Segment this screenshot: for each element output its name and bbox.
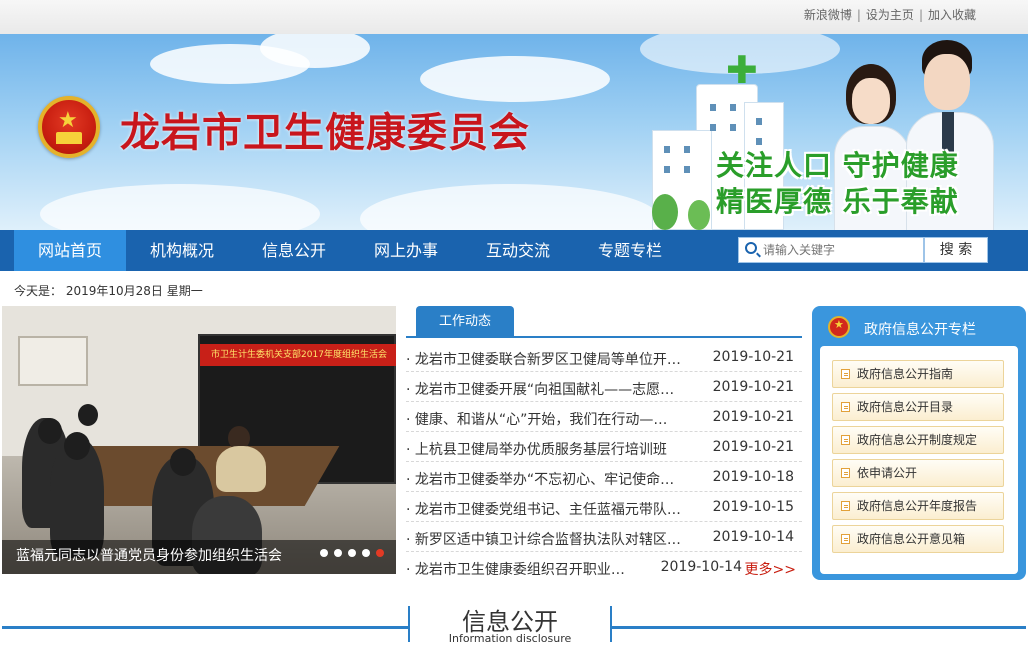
news-date: 2019-10-21	[712, 379, 794, 395]
document-icon	[841, 402, 850, 412]
slide-dot[interactable]	[334, 549, 342, 557]
news-item[interactable]: · 龙岩市卫健委开展“向祖国献礼——志愿… 2019-10-21	[406, 372, 802, 402]
site-title: 龙岩市卫生健康委员会	[120, 109, 530, 156]
slide-pagination	[314, 542, 384, 561]
search-box	[738, 237, 924, 263]
news-date: 2019-10-14	[660, 559, 742, 575]
feedback-box-link[interactable]: 政府信息公开意见箱	[832, 525, 1004, 553]
news-title[interactable]: · 龙岩市卫健委举办“不忘初心、牢记使命…	[406, 469, 674, 489]
national-emblem-icon: ★	[828, 316, 850, 338]
news-date: 2019-10-21	[712, 409, 794, 425]
news-item[interactable]: · 新罗区适中镇卫计综合监督执法队对辖区… 2019-10-14	[406, 522, 802, 552]
news-item[interactable]: · 龙岩市卫健委党组书记、主任蓝福元带队… 2019-10-15	[406, 492, 802, 522]
document-icon	[841, 369, 850, 379]
gov-info-regulations-link[interactable]: 政府信息公开制度规定	[832, 426, 1004, 454]
news-item[interactable]: · 龙岩市卫健委举办“不忘初心、牢记使命… 2019-10-18	[406, 462, 802, 492]
annual-report-link[interactable]: 政府信息公开年度报告	[832, 492, 1004, 520]
document-icon	[841, 501, 850, 511]
document-icon	[841, 534, 850, 544]
nav-item-topics[interactable]: 专题专栏	[574, 230, 686, 271]
news-date: 2019-10-15	[712, 499, 794, 515]
main-nav: 网站首页 机构概况 信息公开 网上办事 互动交流 专题专栏 搜 索	[0, 230, 1028, 271]
nav-item-home[interactable]: 网站首页	[14, 230, 126, 271]
photo-slideshow[interactable]: 市卫生计生委机关支部2017年度组织生活会 蓝福元同志以普通党员身份参加组织生活…	[2, 306, 396, 574]
slogan-line-1: 关注人口 守护健康	[716, 149, 959, 182]
news-title[interactable]: · 龙岩市卫健委党组书记、主任蓝福元带队…	[406, 499, 681, 519]
nav-item-online-services[interactable]: 网上办事	[350, 230, 462, 271]
news-date: 2019-10-18	[712, 469, 794, 485]
separator: |	[856, 8, 861, 22]
slogan-line-2: 精医厚德 乐于奉献	[716, 185, 959, 218]
panel-title: 政府信息公开专栏	[864, 322, 976, 338]
news-item[interactable]: · 龙岩市卫生健康委组织召开职业… 2019-10-14 更多>>	[406, 552, 802, 582]
document-icon	[841, 435, 850, 445]
current-date: 今天是： 2019年10月28日 星期一	[14, 284, 203, 298]
more-news-link[interactable]: 更多>>	[745, 559, 796, 579]
panel-item-label: 政府信息公开年度报告	[857, 499, 978, 513]
medical-cross-icon: ✚	[726, 48, 758, 92]
panel-item-label: 政府信息公开目录	[857, 400, 954, 414]
meeting-screen-title: 市卫生计生委机关支部2017年度组织生活会	[200, 344, 396, 366]
section-subtitle: Information disclosure	[448, 632, 572, 645]
header-banner: ★ 龙岩市卫生健康委员会 ✚ 关注人口 守护健康 精医厚德 乐于奉献	[0, 34, 1028, 230]
news-title[interactable]: · 上杭县卫健局举办优质服务基层行培训班	[406, 439, 667, 459]
news-item[interactable]: · 龙岩市卫健委联合新罗区卫健局等单位开… 2019-10-21	[406, 342, 802, 372]
slide-dot[interactable]	[320, 549, 328, 557]
panel-item-label: 政府信息公开意见箱	[857, 532, 966, 546]
slide-dot[interactable]	[348, 549, 356, 557]
national-emblem-icon: ★	[38, 96, 100, 158]
news-date: 2019-10-21	[712, 439, 794, 455]
disclosure-request-link[interactable]: 依申请公开	[832, 459, 1004, 487]
news-list: · 龙岩市卫健委联合新罗区卫健局等单位开… 2019-10-21 · 龙岩市卫健委…	[406, 342, 802, 582]
news-title[interactable]: · 新罗区适中镇卫计综合监督执法队对辖区…	[406, 529, 681, 549]
news-tab-underline	[406, 336, 802, 338]
search-icon	[745, 242, 757, 254]
slide-caption: 蓝福元同志以普通党员身份参加组织生活会	[16, 548, 282, 564]
news-title[interactable]: · 龙岩市卫健委开展“向祖国献礼——志愿…	[406, 379, 674, 399]
section-divider	[2, 626, 408, 629]
slide-dot-active[interactable]	[376, 549, 384, 557]
top-links: 新浪微博 | 设为主页 | 加入收藏	[804, 6, 976, 23]
set-homepage-link[interactable]: 设为主页	[866, 8, 914, 22]
slide-dot[interactable]	[362, 549, 370, 557]
news-title[interactable]: · 龙岩市卫健委联合新罗区卫健局等单位开…	[406, 349, 681, 369]
nav-item-info-disclosure[interactable]: 信息公开	[238, 230, 350, 271]
separator: |	[918, 8, 923, 22]
gov-info-panel: ★ 政府信息公开专栏 政府信息公开指南 政府信息公开目录 政府信息公开制度规定 …	[812, 306, 1026, 580]
news-date: 2019-10-14	[712, 529, 794, 545]
nav-item-about[interactable]: 机构概况	[126, 230, 238, 271]
weibo-link[interactable]: 新浪微博	[804, 8, 852, 22]
news-item[interactable]: · 健康、和谐从“心”开始，我们在行动—… 2019-10-21	[406, 402, 802, 432]
tab-work-news[interactable]: 工作动态	[416, 306, 514, 338]
panel-item-label: 依申请公开	[857, 466, 918, 480]
gov-info-guide-link[interactable]: 政府信息公开指南	[832, 360, 1004, 388]
search-input[interactable]	[763, 241, 919, 259]
search-button[interactable]: 搜 索	[924, 237, 988, 263]
news-title[interactable]: · 健康、和谐从“心”开始，我们在行动—…	[406, 409, 667, 429]
document-icon	[841, 468, 850, 478]
news-item[interactable]: · 上杭县卫健局举办优质服务基层行培训班 2019-10-21	[406, 432, 802, 462]
gov-info-catalog-link[interactable]: 政府信息公开目录	[832, 393, 1004, 421]
panel-item-label: 政府信息公开指南	[857, 367, 954, 381]
news-date: 2019-10-21	[712, 349, 794, 365]
wall-frame	[18, 336, 88, 386]
nav-item-interaction[interactable]: 互动交流	[462, 230, 574, 271]
panel-item-label: 政府信息公开制度规定	[857, 433, 978, 447]
news-title[interactable]: · 龙岩市卫生健康委组织召开职业…	[406, 559, 625, 579]
section-divider	[612, 626, 1026, 629]
add-favorite-link[interactable]: 加入收藏	[928, 8, 976, 22]
top-bar: 新浪微博 | 设为主页 | 加入收藏	[0, 0, 1028, 34]
